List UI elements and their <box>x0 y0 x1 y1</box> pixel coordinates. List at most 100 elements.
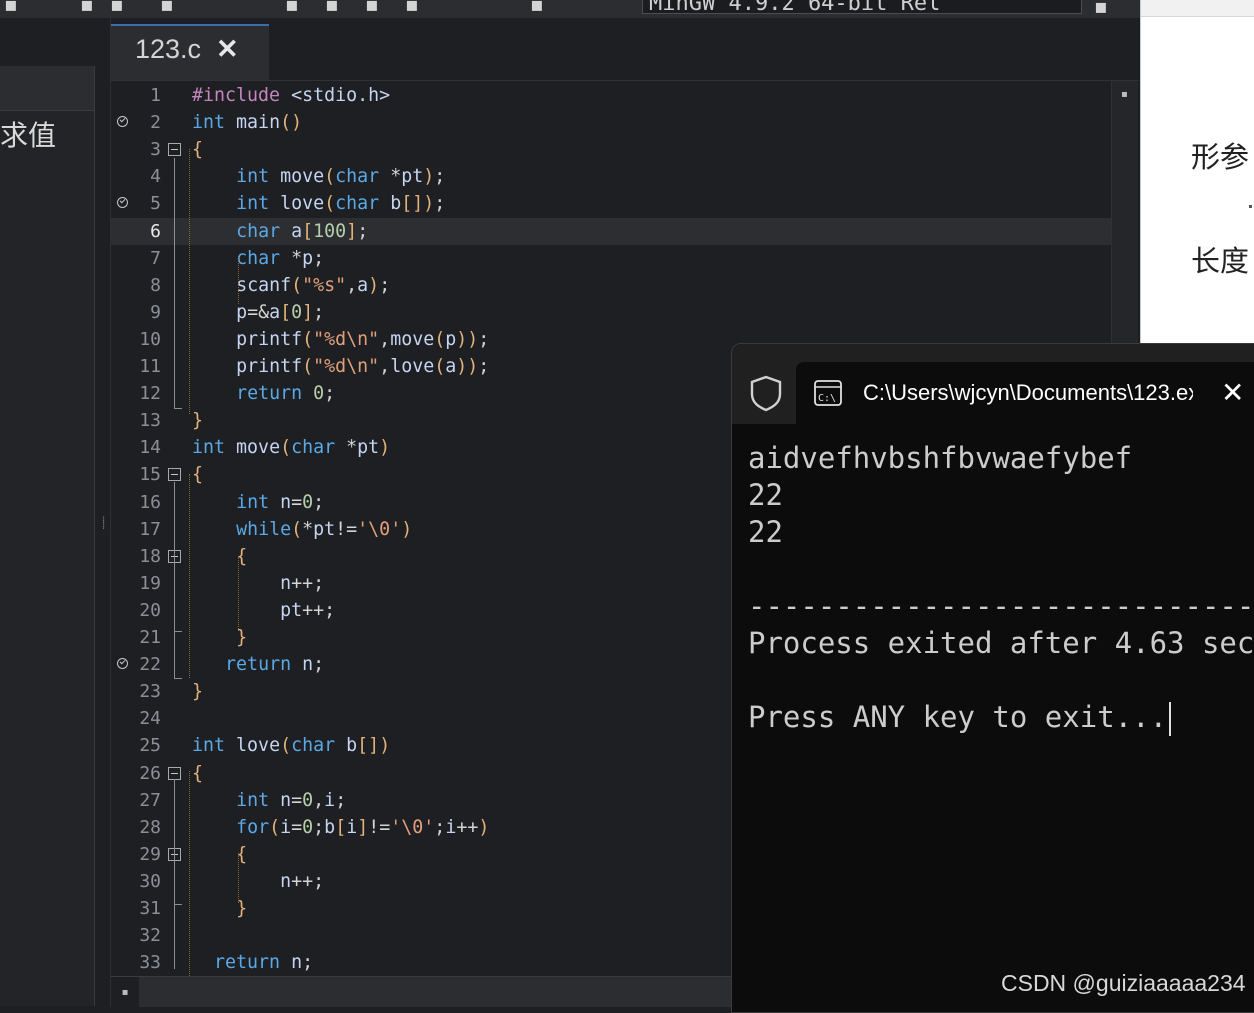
toolbar-icon-4[interactable]: ▪ <box>160 0 174 14</box>
toolbar-icon-6[interactable]: ▪ <box>325 0 339 14</box>
toolbar-icon-1[interactable]: ▪ <box>4 0 18 14</box>
code-text: return 0; <box>236 383 336 405</box>
project-panel: 求值 <box>0 66 95 1006</box>
code-text: printf("%d\n",love(a)); <box>236 356 490 377</box>
toolbar-icon-7[interactable]: ▪ <box>365 0 379 14</box>
line-number[interactable]: 24 <box>111 705 161 732</box>
line-number[interactable]: 29 <box>111 841 161 868</box>
line-number[interactable]: 27 <box>111 787 161 814</box>
line-number[interactable]: 12 <box>111 380 161 407</box>
code-text: char *p; <box>236 247 325 269</box>
code-text: } <box>192 410 204 432</box>
line-number[interactable]: 14 <box>111 434 161 461</box>
fold-end-for <box>174 904 182 905</box>
panel-splitter-handle[interactable]: ⁞ ⁞ <box>102 516 105 532</box>
console-line: aidvefhvbshfbvwaefybef <box>748 441 1133 475</box>
toolbar-icon-10[interactable]: ▪ <box>1094 0 1108 18</box>
line-number[interactable]: 10 <box>111 326 161 353</box>
fold-collapse-icon[interactable] <box>168 766 181 780</box>
line-number[interactable]: 13 <box>111 407 161 434</box>
scroll-up-icon[interactable]: ▪ <box>1121 89 1128 100</box>
text-cursor <box>1169 702 1172 736</box>
indent-guide-6 <box>238 853 239 903</box>
line-number[interactable]: 11 <box>111 353 161 380</box>
fold-collapse-icon[interactable] <box>168 468 181 482</box>
line-number[interactable]: 20 <box>111 597 161 624</box>
console-title: C:\Users\wjcyn\Documents\123.exe <box>863 380 1193 405</box>
fold-end-move <box>174 678 182 679</box>
code-text: for(i=0;b[i]!='\0';i++) <box>236 816 490 838</box>
code-line[interactable]: 9 p=&a[0]; <box>111 299 1111 326</box>
tab-123c[interactable]: 123.c ✕ <box>111 24 269 80</box>
line-number[interactable]: 1 <box>111 82 161 109</box>
console-line: -------------------------------- <box>748 589 1254 623</box>
code-text: int love(char b[]) <box>192 735 391 757</box>
code-line[interactable]: 4 int move(char *pt); <box>111 163 1111 190</box>
line-number[interactable]: 18 <box>111 543 161 570</box>
document-text-2: 长度 <box>1191 244 1250 278</box>
left-panel: 求值 ⁞ ⁞ <box>0 18 111 1007</box>
close-icon[interactable]: ✕ <box>1221 376 1244 409</box>
project-panel-text: 求值 <box>0 119 57 152</box>
line-number[interactable]: 17 <box>111 516 161 543</box>
toolbar-icon-8[interactable]: ▪ <box>405 0 419 14</box>
toolbar: ▪ ▪ ▪ ▪ ▪ ▪ ▪ ▪ ▪ MinGW 4.9.2 64-bit Rel… <box>0 0 1140 18</box>
code-line[interactable]: 2 int main() <box>111 109 1111 136</box>
indent-guide-3 <box>189 474 190 678</box>
toolbar-icon-3[interactable]: ▪ <box>110 0 124 14</box>
shield-icon <box>732 344 796 424</box>
line-number[interactable]: 33 <box>111 949 161 976</box>
toolbar-icon-2[interactable]: ▪ <box>80 0 94 14</box>
line-number[interactable]: 15 <box>111 461 161 488</box>
fold-line-for <box>174 860 175 904</box>
line-number[interactable]: 28 <box>111 814 161 841</box>
console-output[interactable]: aidvefhvbshfbvwaefybef 22 22 --------------… <box>748 440 1254 736</box>
line-number[interactable]: 8 <box>111 272 161 299</box>
line-number[interactable]: 31 <box>111 895 161 922</box>
fold-collapse-icon[interactable] <box>168 143 181 157</box>
indent-guide-2 <box>238 257 239 304</box>
fold-end-main <box>174 408 182 409</box>
code-text: } <box>192 681 204 703</box>
tab-close-icon[interactable]: ✕ <box>216 34 239 65</box>
code-text: int n=0,i; <box>236 789 347 811</box>
document-text-1: 形参 <box>1191 140 1250 174</box>
scroll-left-icon[interactable]: ▪ <box>111 977 139 1007</box>
code-line[interactable]: 1 #include <stdio.h> <box>111 82 1111 109</box>
line-number[interactable]: 19 <box>111 570 161 597</box>
line-number[interactable]: 16 <box>111 489 161 516</box>
console-line: 22 <box>748 515 783 549</box>
code-text: return n; <box>225 654 325 676</box>
line-number[interactable]: 6 <box>111 218 161 245</box>
fold-end-while <box>174 631 182 632</box>
code-line[interactable]: 3{ <box>111 136 1111 163</box>
toolbar-icon-9[interactable]: ▪ <box>530 0 544 14</box>
code-text: #include <stdio.h> <box>192 85 391 106</box>
line-number[interactable]: 3 <box>111 136 161 163</box>
line-number[interactable]: 32 <box>111 922 161 949</box>
toolbar-icon-5[interactable]: ▪ <box>285 0 299 14</box>
compiler-select[interactable]: MinGW 4.9.2 64-bit Rel <box>642 0 1082 14</box>
cmd-icon: C:\ <box>814 380 842 406</box>
line-number[interactable]: 25 <box>111 732 161 759</box>
line-number[interactable]: 9 <box>111 299 161 326</box>
console-tab[interactable]: C:\ C:\Users\wjcyn\Documents\123.exe ✕ <box>796 362 1254 424</box>
project-panel-header <box>0 66 94 111</box>
document-toolbar <box>1141 0 1254 17</box>
line-number[interactable]: 7 <box>111 245 161 272</box>
code-text: int main() <box>192 112 303 134</box>
line-number[interactable]: 21 <box>111 624 161 651</box>
code-text: int move(char *pt) <box>192 437 391 459</box>
line-number[interactable]: 26 <box>111 760 161 787</box>
line-number[interactable]: 23 <box>111 678 161 705</box>
console-titlebar[interactable]: C:\ C:\Users\wjcyn\Documents\123.exe ✕ <box>732 344 1254 424</box>
code-line[interactable]: 5 int love(char b[]); <box>111 190 1111 217</box>
console-window[interactable]: C:\ C:\Users\wjcyn\Documents\123.exe ✕ a… <box>731 343 1254 1013</box>
code-line[interactable]: 6 char a[100]; <box>111 217 1111 245</box>
code-line[interactable]: 8 scanf("%s",a); <box>111 272 1111 299</box>
code-line[interactable]: 7 char *p; <box>111 245 1111 272</box>
line-number[interactable]: 30 <box>111 868 161 895</box>
tab-label: 123.c <box>135 34 202 64</box>
line-number[interactable]: 4 <box>111 163 161 190</box>
